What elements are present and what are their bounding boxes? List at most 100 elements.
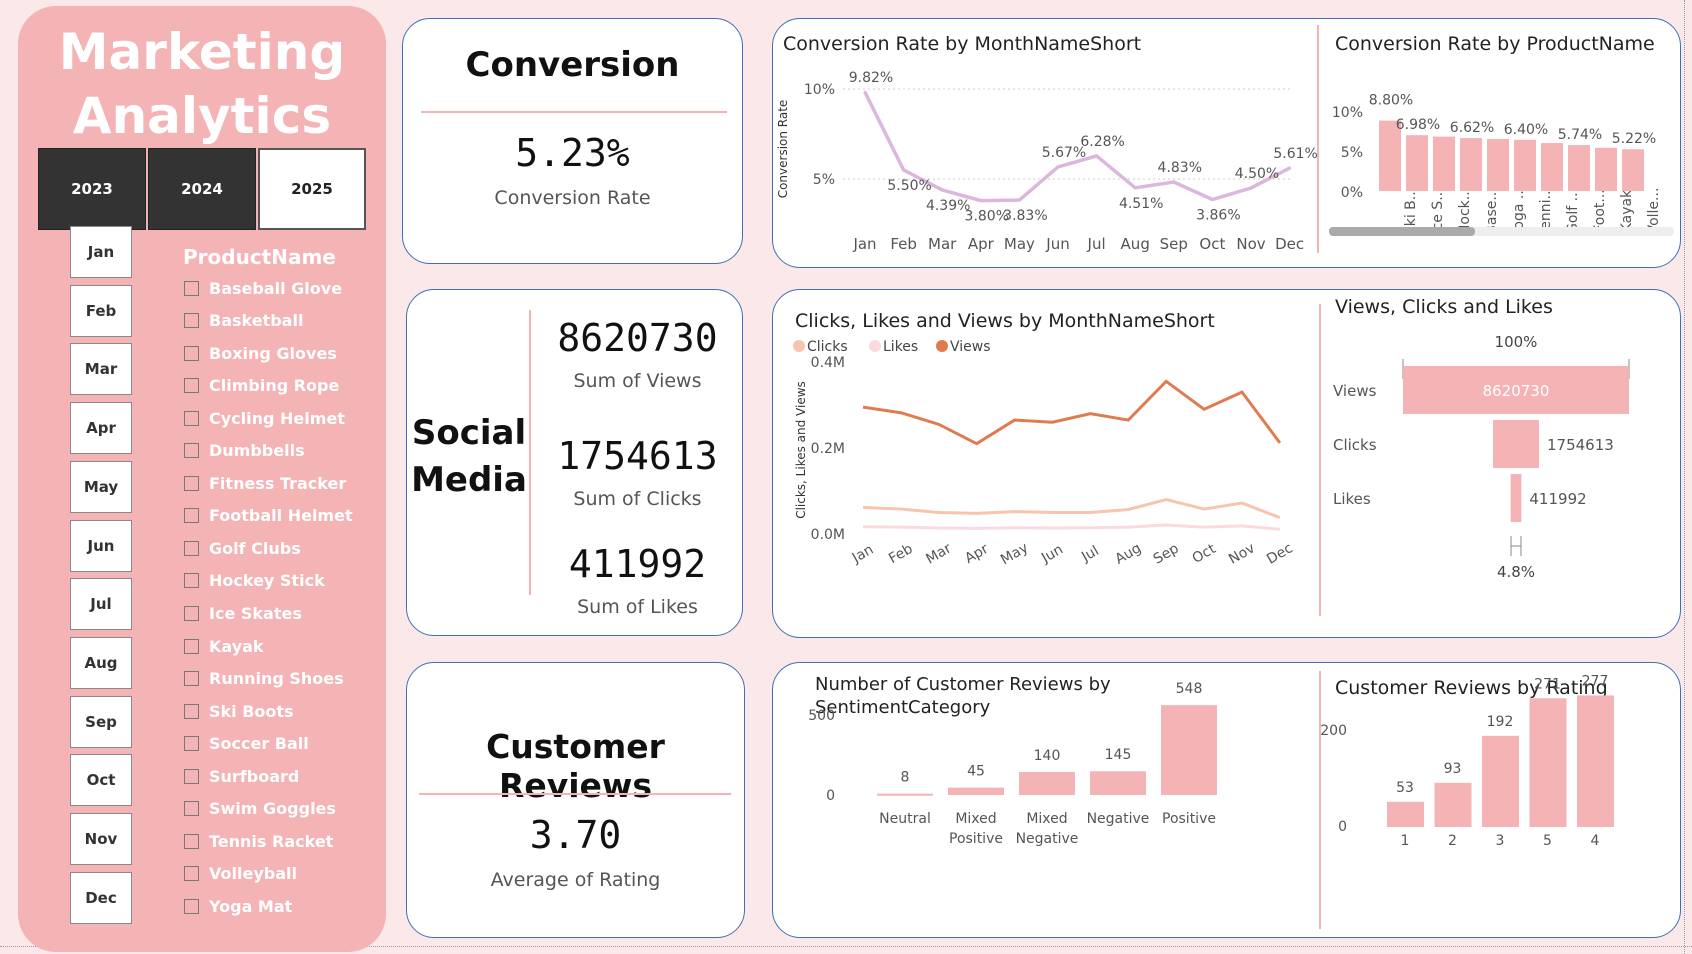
bar [1460, 138, 1482, 191]
checkbox[interactable] [184, 736, 199, 752]
product-filter-item[interactable]: Cycling Helmet [184, 407, 345, 429]
checkbox[interactable] [184, 573, 199, 589]
customer-reviews-card: Customer Reviews 3.70 Average of Rating [406, 662, 745, 938]
checkbox[interactable] [184, 313, 199, 329]
x-tick-label: Mar [923, 540, 954, 567]
product-filter-item[interactable]: Swim Goggles [184, 798, 336, 820]
data-label: 6.98% [1396, 117, 1440, 133]
x-tick-label: Sep [1151, 540, 1182, 567]
bar [1577, 695, 1614, 827]
year-2023-button[interactable]: 2023 [38, 148, 146, 230]
checkbox[interactable] [184, 801, 199, 817]
y-tick-label: 5% [1341, 145, 1363, 161]
bar [1541, 143, 1563, 191]
month-button-sep[interactable]: Sep [70, 695, 132, 748]
product-filter-item[interactable]: Tennis Racket [184, 830, 333, 852]
y-tick-label: 200 [1321, 723, 1347, 739]
product-filter-item[interactable]: Volleyball [184, 863, 297, 885]
checkbox[interactable] [184, 345, 199, 361]
product-filter-item[interactable]: Dumbbells [184, 440, 305, 462]
conversion-charts-card: Conversion Rate by MonthNameShort Conver… [772, 18, 1681, 268]
product-filter-item[interactable]: Ski Boots [184, 700, 294, 722]
divider [419, 793, 731, 795]
bar [1482, 735, 1519, 827]
product-filter-item[interactable]: Fitness Tracker [184, 472, 346, 494]
product-filter-item[interactable]: Basketball [184, 310, 303, 332]
product-filter-item[interactable]: Golf Clubs [184, 537, 301, 559]
data-point [1017, 198, 1021, 202]
product-filter-item[interactable]: Football Helmet [184, 505, 353, 527]
product-filter-item[interactable]: Ice Skates [184, 603, 302, 625]
checkbox[interactable] [184, 606, 199, 621]
checkbox[interactable] [184, 410, 199, 426]
product-filter-item[interactable]: Baseball Glove [184, 277, 342, 299]
product-label: Baseball Glove [209, 278, 343, 298]
social-title-line2: Media [411, 460, 527, 500]
series-line-views [862, 379, 1282, 446]
x-tick-label: Mar [928, 235, 957, 253]
bar [1568, 145, 1590, 191]
checkbox[interactable] [184, 280, 199, 296]
month-button-nov[interactable]: Nov [70, 813, 132, 865]
data-label: 5.61% [1273, 146, 1317, 162]
product-filter-item[interactable]: Boxing Gloves [184, 342, 337, 364]
legend-label: Likes [883, 339, 918, 355]
y-tick-label: 10% [1332, 105, 1363, 121]
product-filter-item[interactable]: Kayak [184, 635, 264, 657]
checkbox[interactable] [184, 443, 199, 459]
x-tick-label: Feb [886, 541, 916, 567]
product-filter-item[interactable]: Surfboard [184, 765, 299, 787]
month-button-jul[interactable]: Jul [70, 578, 132, 631]
month-button-apr[interactable]: Apr [70, 402, 132, 455]
data-point [1172, 180, 1176, 184]
checkbox[interactable] [184, 898, 199, 914]
checkbox[interactable] [184, 378, 199, 394]
checkbox[interactable] [184, 703, 199, 719]
average-rating-value: 3.70 [529, 813, 622, 857]
x-tick-label: Positive [949, 831, 1003, 847]
x-tick-label: Aug [1121, 235, 1150, 253]
x-tick-label: Mixed [955, 811, 996, 827]
month-button-dec[interactable]: Dec [70, 871, 132, 924]
checkbox[interactable] [184, 638, 199, 654]
year-2024-button[interactable]: 2024 [148, 148, 256, 230]
x-tick-label: Mixed [1026, 811, 1067, 827]
checkbox[interactable] [184, 540, 199, 556]
filter-sidebar: Marketing Analytics 2023 2024 2025 Produ… [18, 6, 386, 952]
checkbox[interactable] [184, 508, 199, 524]
conversion-title: Conversion [465, 45, 680, 85]
checkbox[interactable] [184, 833, 199, 849]
bar [1090, 771, 1146, 795]
legend-label: Clicks [807, 339, 848, 355]
month-button-may[interactable]: May [70, 460, 132, 513]
year-2025-button[interactable]: 2025 [258, 148, 366, 230]
checkbox[interactable] [184, 768, 199, 784]
month-button-jun[interactable]: Jun [70, 519, 132, 572]
x-tick-label: Oct [1199, 235, 1225, 253]
product-filter-item[interactable]: Running Shoes [184, 668, 344, 690]
x-tick-label: Negative [1016, 831, 1079, 847]
checkbox[interactable] [184, 671, 199, 687]
x-tick-label: Foot... [1592, 189, 1608, 233]
x-tick-label: Jul [1078, 543, 1102, 566]
month-button-mar[interactable]: Mar [70, 343, 132, 396]
product-filter-item[interactable]: Soccer Ball [184, 733, 309, 755]
product-filter-item[interactable]: Climbing Rope [184, 375, 339, 397]
page-title-line2: Analytics [72, 87, 332, 145]
conversion-product-bar-chart: 10%5%0%8.80%Ski B...6.98%Ice S... Hock...… [1329, 93, 1674, 237]
checkbox[interactable] [184, 866, 199, 882]
views-label: Sum of Views [573, 370, 702, 392]
data-label: 548 [1176, 681, 1203, 697]
data-label: 1754613 [1547, 436, 1614, 454]
month-button-feb[interactable]: Feb [70, 284, 132, 337]
data-label: 5.50% [887, 178, 931, 194]
month-button-jan[interactable]: Jan [70, 226, 132, 278]
month-button-oct[interactable]: Oct [70, 754, 132, 807]
x-tick-label: Dec [1264, 540, 1295, 567]
data-label: 93 [1444, 761, 1462, 777]
product-filter-item[interactable]: Hockey Stick [184, 570, 325, 592]
month-button-aug[interactable]: Aug [70, 636, 132, 689]
checkbox[interactable] [184, 475, 199, 491]
product-filter-item[interactable]: Yoga Mat [184, 895, 292, 917]
y-tick-label: 0.0M [811, 527, 845, 543]
